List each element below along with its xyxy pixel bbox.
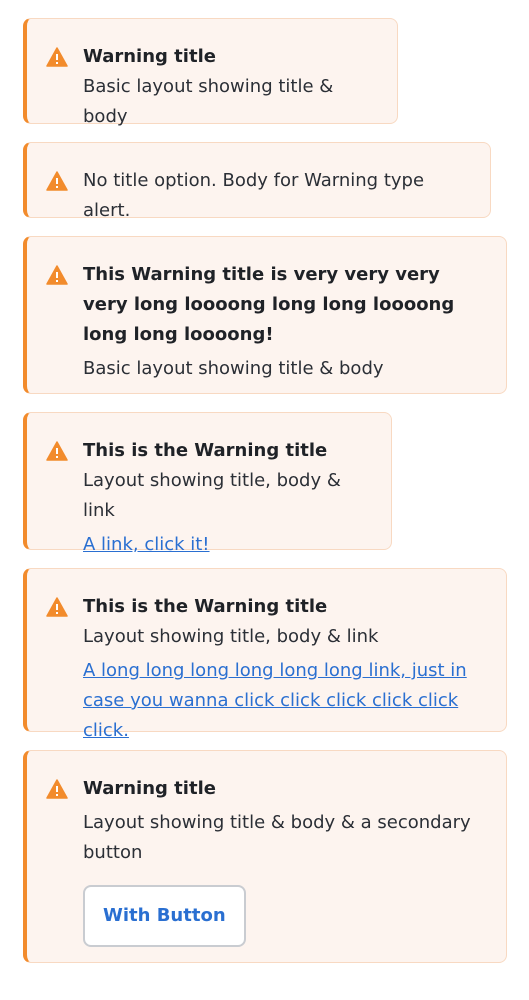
alert-link[interactable]: A link, click it! — [83, 530, 371, 560]
warning-alert-long-title: This Warning title is very very very ver… — [23, 236, 507, 394]
warning-alert-title-body: Warning title Basic layout showing title… — [23, 18, 398, 127]
warning-alert-with-long-link: This is the Warning title Layout showing… — [23, 568, 507, 741]
alert-body: Basic layout showing title & body — [83, 358, 384, 379]
alert-title: Warning title — [83, 46, 216, 67]
alert-body: Layout showing title, body & link — [83, 626, 379, 647]
alert-body: No title option. Body for Warning type a… — [83, 170, 425, 221]
warning-triangle-icon — [46, 171, 68, 191]
alert-body: Layout showing title, body & link — [83, 470, 341, 521]
warning-alert-with-link: This is the Warning title Layout showing… — [23, 412, 392, 555]
alert-link[interactable]: A long long long long long long link, ju… — [83, 656, 486, 746]
alert-title: This is the Warning title — [83, 440, 328, 461]
warning-alert-body-only: No title option. Body for Warning type a… — [23, 142, 491, 221]
warning-triangle-icon — [46, 597, 68, 617]
warning-triangle-icon — [46, 47, 68, 67]
with-button[interactable]: With Button — [83, 885, 246, 947]
alert-title: This Warning title is very very very ver… — [83, 264, 455, 345]
warning-alert-with-button: Warning title Layout showing title & bod… — [23, 750, 507, 963]
alert-title: This is the Warning title — [83, 596, 328, 617]
warning-triangle-icon — [46, 265, 68, 285]
alert-title: Warning title — [83, 778, 216, 799]
alert-body: Basic layout showing title & body — [83, 76, 334, 127]
warning-triangle-icon — [46, 779, 68, 799]
alert-body: Layout showing title & body & a secondar… — [83, 812, 471, 863]
warning-triangle-icon — [46, 441, 68, 461]
